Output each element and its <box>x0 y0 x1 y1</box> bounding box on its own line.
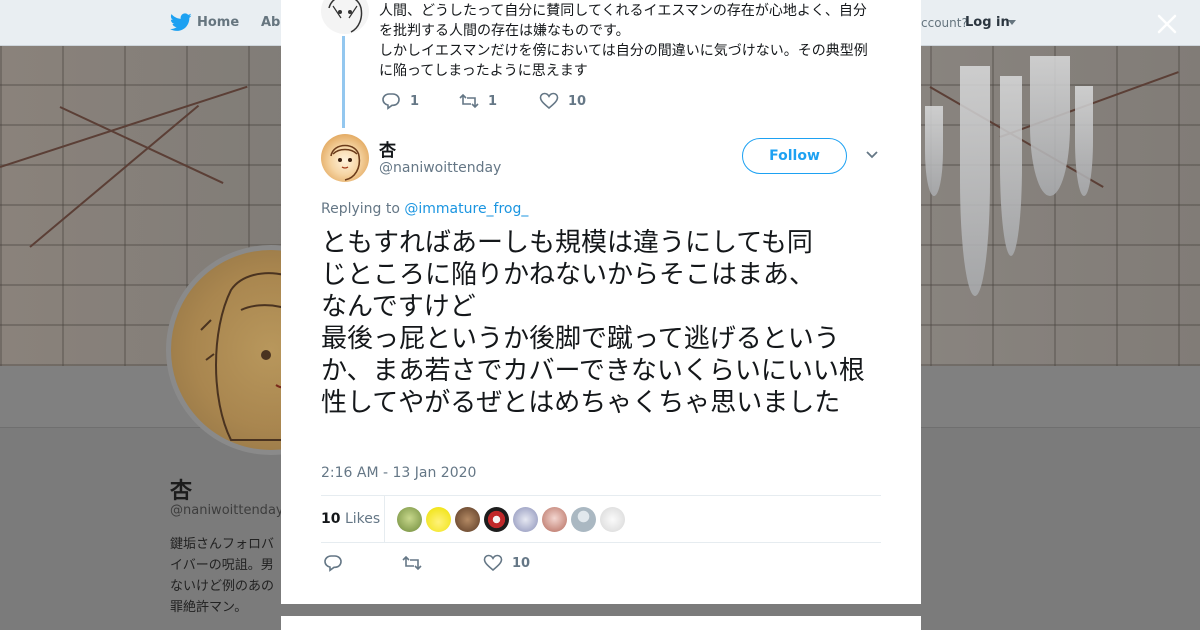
liker-avatar[interactable] <box>542 507 567 532</box>
tweet-text-line: じところに陥りかねないからそこはまあ、 <box>321 260 816 290</box>
previous-retweet-button[interactable]: 1 <box>459 92 497 110</box>
previous-reply-button[interactable]: 1 <box>381 92 419 110</box>
reply-icon <box>382 93 400 110</box>
replying-to-prefix: Replying to <box>321 201 400 217</box>
login-caret-icon[interactable] <box>1008 20 1016 25</box>
reply-button[interactable] <box>323 554 343 572</box>
login-link[interactable]: Log in <box>965 15 1010 30</box>
next-tweet-card-edge <box>281 616 921 630</box>
tweet-text-line: 最後っ屁というか後脚で蹴って逃げるというか、まあ若さでカバーできないくらいにいい… <box>321 324 865 418</box>
profile-bio-line: ないけど例のあの <box>170 579 275 594</box>
liker-avatar[interactable] <box>513 507 538 532</box>
author-name[interactable]: 杏 <box>379 136 396 161</box>
branch-decoration <box>29 104 200 248</box>
retweet-icon <box>459 93 479 109</box>
author-avatar-drawing <box>330 144 361 181</box>
thread-connector-line <box>342 36 345 128</box>
retweet-button[interactable] <box>402 554 422 572</box>
author-handle[interactable]: @naniwoittenday <box>379 160 501 176</box>
previous-tweet-line: を批判する人間の存在は嫌なものです。 <box>379 23 630 39</box>
likes-summary-row: 10 Likes <box>321 495 881 543</box>
replying-to-line: Replying to @immature_frog_ <box>321 201 528 217</box>
tweet-timestamp[interactable]: 2:16 AM - 13 Jan 2020 <box>321 465 476 481</box>
liker-avatar[interactable] <box>455 507 480 532</box>
likes-count[interactable]: 10 Likes <box>321 511 380 527</box>
profile-handle: @naniwoittenday <box>170 503 284 518</box>
profile-bio-line: 鍵垢さんフォロバ <box>170 537 275 552</box>
twitter-bird-icon[interactable] <box>170 13 192 32</box>
close-icon[interactable] <box>1154 11 1180 37</box>
branch-decoration <box>59 106 224 184</box>
tweet-text: ともすればあーしも規模は違うにしても同 じところに陥りかねないからそこはまあ、 … <box>321 227 883 419</box>
liker-avatar[interactable] <box>397 507 422 532</box>
liker-avatar[interactable] <box>600 507 625 532</box>
liker-avatar[interactable] <box>571 507 596 532</box>
profile-bio-line: 罪絶許マン。 <box>170 600 248 615</box>
heart-icon <box>483 554 503 572</box>
follow-button[interactable]: Follow <box>742 138 847 174</box>
likes-divider <box>384 496 385 543</box>
liker-avatar[interactable] <box>426 507 451 532</box>
tweet-text-line: ともすればあーしも規模は違うにしても同 <box>321 228 813 258</box>
previous-tweet-text: 人間、どうしたって自分に賛同してくれるイエスマンの存在が心地よく、自分 を批判す… <box>379 1 879 81</box>
profile-name: 杏 <box>170 479 193 504</box>
previous-like-count: 10 <box>568 93 587 109</box>
previous-tweet-line: に陥ってしまったように思えます <box>379 63 588 79</box>
previous-tweet-avatar-drawing <box>328 0 363 33</box>
account-prompt-text: ccount? <box>921 16 968 30</box>
previous-like-button[interactable]: 10 <box>539 92 586 110</box>
previous-tweet-line: しかしイエスマンだけを傍においては自分の間違いに気づけない。その典型例 <box>379 43 868 59</box>
tweet-text-line: なんですけど <box>321 292 476 322</box>
previous-tweet-line: 人間、どうしたって自分に賛同してくれるイエスマンの存在が心地よく、自分 <box>379 3 867 19</box>
icicle-decoration <box>960 66 990 296</box>
reply-icon <box>324 555 342 572</box>
icicle-decoration <box>925 106 943 196</box>
liker-avatar[interactable] <box>484 507 509 532</box>
icicle-decoration <box>1030 56 1070 196</box>
profile-bio-line: イバーの呪詛。男 <box>170 558 274 573</box>
icicle-decoration <box>1075 86 1093 196</box>
likes-count-label: Likes <box>344 511 381 527</box>
chevron-down-icon[interactable] <box>865 150 879 160</box>
like-count: 10 <box>512 555 531 571</box>
like-button[interactable]: 10 <box>483 554 530 572</box>
previous-reply-count: 1 <box>410 93 420 109</box>
previous-retweet-count: 1 <box>488 93 498 109</box>
icicle-decoration <box>1000 76 1022 256</box>
retweet-icon <box>402 555 422 571</box>
author-avatar[interactable] <box>321 134 369 182</box>
heart-icon <box>539 92 559 110</box>
nav-home-link[interactable]: Home <box>197 15 239 30</box>
branch-decoration <box>0 85 248 168</box>
tweet-permalink-modal: 人間、どうしたって自分に賛同してくれるイエスマンの存在が心地よく、自分 を批判す… <box>281 0 921 604</box>
replying-to-link[interactable]: @immature_frog_ <box>404 201 528 217</box>
previous-tweet-avatar[interactable] <box>321 0 369 34</box>
likes-count-number: 10 <box>321 511 341 527</box>
profile-bio: 鍵垢さんフォロバ イバーの呪詛。男 ないけど例のあの 罪絶許マン。 <box>170 534 282 618</box>
